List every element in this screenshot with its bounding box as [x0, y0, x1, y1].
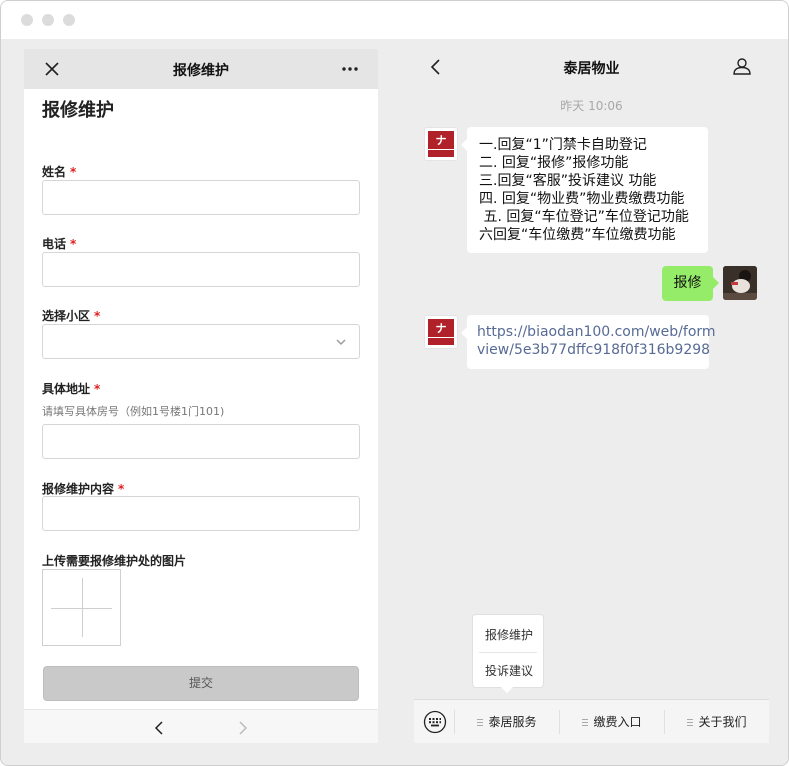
- window-close-dot[interactable]: [21, 14, 33, 26]
- name-label: 姓名 *: [42, 163, 76, 180]
- browser-toolbar: [24, 709, 378, 743]
- logo-mark: ナ: [428, 319, 454, 337]
- repair-content-label: 报修维护内容 *: [42, 480, 124, 497]
- required-mark: *: [70, 237, 77, 251]
- form-nav-bar: 报修维护: [24, 49, 378, 89]
- more-icon[interactable]: [340, 62, 360, 76]
- menu-lines-icon: [582, 719, 589, 726]
- submit-button[interactable]: 提交: [43, 666, 359, 701]
- menu-line: 六回复“车位缴费”车位缴费功能: [479, 227, 676, 243]
- chat-title: 泰居物业: [563, 61, 620, 77]
- menu-lines-icon: [687, 719, 694, 726]
- property-logo-avatar[interactable]: ナ: [424, 315, 458, 349]
- menu-about-label: 关于我们: [698, 715, 747, 729]
- window-titlebar: [1, 1, 788, 39]
- chevron-left-icon[interactable]: [152, 720, 166, 736]
- phone-input[interactable]: [42, 252, 360, 287]
- user-reply-bubble[interactable]: 报修: [662, 266, 719, 301]
- submenu-item-complaint[interactable]: 投诉建议: [473, 662, 545, 679]
- menu-about-button[interactable]: 关于我们: [665, 700, 769, 743]
- submenu-item-repair[interactable]: 报修维护: [473, 626, 545, 643]
- required-mark: *: [118, 482, 125, 496]
- form-heading: 报修维护: [42, 100, 114, 121]
- user-avatar[interactable]: [723, 266, 757, 300]
- phone-label-text: 电话: [42, 237, 67, 251]
- property-logo-avatar[interactable]: ナ: [424, 127, 458, 161]
- menu-lines-icon: [477, 719, 484, 726]
- image-upload-button[interactable]: [42, 569, 121, 646]
- chevron-down-icon: [336, 339, 346, 345]
- form-link-line: https://biaodan100.com/web/form: [477, 324, 716, 340]
- window-zoom-dot[interactable]: [63, 14, 75, 26]
- chat-view: 泰居物业 昨天 10:06 ナ 一.回复“1”门禁卡自助登记 二. 回复“报修”…: [414, 49, 769, 743]
- community-label: 选择小区 *: [42, 307, 100, 324]
- logo-mark: ナ: [428, 131, 454, 149]
- menu-line: 五. 回复“车位登记”车位登记功能: [479, 209, 689, 225]
- menu-line: 一.回复“1”门禁卡自助登记: [479, 137, 647, 153]
- address-input[interactable]: [42, 424, 360, 459]
- form-webview: 报修维护 报修维护 姓名 * 电话 * 选择小区 * 具体地址 * 请填写具体房号（例如…: [24, 49, 378, 743]
- menu-payment-label: 缴费入口: [593, 715, 642, 729]
- menu-line: 四. 回复“物业费”物业费缴费功能: [479, 191, 685, 207]
- form-nav-title: 报修维护: [173, 63, 229, 79]
- required-mark: *: [70, 165, 77, 179]
- plus-icon-vertical: [82, 578, 83, 637]
- repair-content-label-text: 报修维护内容: [42, 482, 115, 496]
- upload-label: 上传需要报修维护处的图片: [42, 554, 187, 568]
- message-timestamp: 昨天 10:06: [560, 99, 623, 113]
- official-account-menu: 泰居服务 缴费入口 关于我们: [414, 699, 769, 743]
- keyboard-icon[interactable]: [423, 710, 447, 734]
- window-minimize-dot[interactable]: [42, 14, 54, 26]
- menu-services-label: 泰居服务: [488, 715, 537, 729]
- community-label-text: 选择小区: [42, 309, 91, 323]
- form-link-line: view/5e3b77dffc918f0f316b9298: [477, 342, 711, 358]
- menu-services-button[interactable]: 泰居服务: [455, 700, 559, 743]
- form-link-message[interactable]: https://biaodan100.com/web/form view/5e3…: [461, 315, 716, 369]
- community-select[interactable]: [42, 324, 360, 359]
- menu-line: 三.回复“客服”投诉建议 功能: [479, 173, 657, 189]
- required-mark: *: [94, 382, 101, 396]
- phone-label: 电话 *: [42, 235, 76, 252]
- user-photo: [723, 266, 757, 300]
- address-label: 具体地址 *: [42, 380, 100, 397]
- app-window: 报修维护 报修维护 姓名 * 电话 * 选择小区 * 具体地址 * 请填写具体房号（例如…: [0, 0, 789, 766]
- user-profile-icon[interactable]: [732, 56, 752, 76]
- logo-text-band: [428, 338, 454, 345]
- name-input[interactable]: [42, 180, 360, 215]
- menu-payment-button[interactable]: 缴费入口: [560, 700, 664, 743]
- menu-message-bubble[interactable]: 一.回复“1”门禁卡自助登记 二. 回复“报修”报修功能 三.回复“客服”投诉建…: [461, 127, 708, 253]
- logo-text-band: [428, 150, 454, 157]
- address-label-text: 具体地址: [42, 382, 91, 396]
- name-label-text: 姓名: [42, 165, 67, 179]
- address-hint: 请填写具体房号（例如1号楼1门101): [42, 405, 225, 418]
- menu-line: 二. 回复“报修”报修功能: [479, 155, 629, 171]
- submenu-pointer: [501, 687, 513, 693]
- repair-content-input[interactable]: [42, 496, 360, 531]
- submenu-divider: [479, 652, 537, 653]
- required-mark: *: [94, 309, 101, 323]
- service-submenu: 报修维护 投诉建议: [472, 614, 544, 688]
- chevron-right-icon[interactable]: [236, 720, 250, 736]
- chat-nav-bar: 泰居物业: [414, 49, 769, 85]
